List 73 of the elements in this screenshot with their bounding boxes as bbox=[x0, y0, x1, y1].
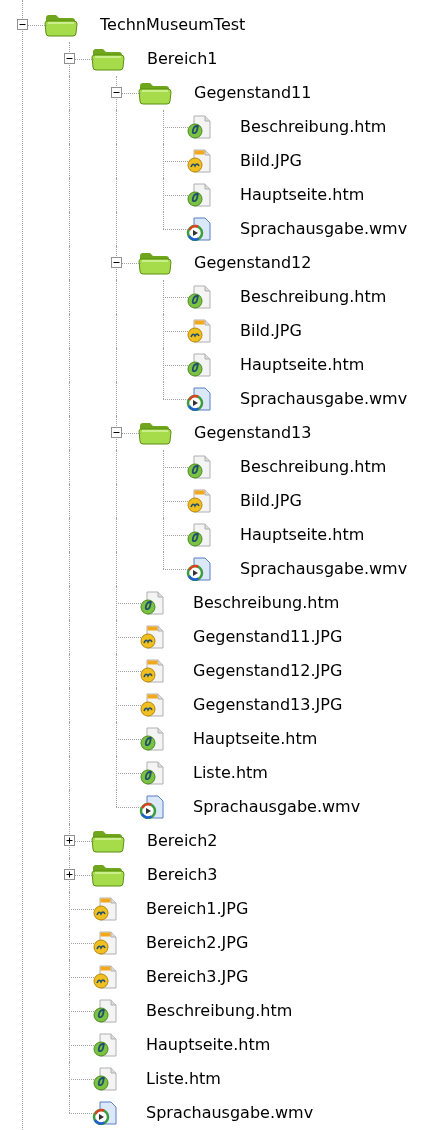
folder-name[interactable]: Bereich2 bbox=[147, 829, 218, 853]
file-name[interactable]: Beschreibung.htm bbox=[240, 285, 387, 309]
file-name[interactable]: Bild.JPG bbox=[240, 489, 302, 513]
document-icon bbox=[92, 1067, 118, 1091]
image-file-icon bbox=[186, 149, 212, 173]
media-file-icon bbox=[186, 217, 212, 241]
folder-name[interactable]: Gegenstand13 bbox=[194, 421, 312, 445]
file-name[interactable]: Sprachausgabe.wmv bbox=[193, 795, 361, 819]
folder-icon bbox=[44, 13, 78, 37]
media-file-icon bbox=[186, 557, 212, 581]
file-name[interactable]: Hauptseite.htm bbox=[193, 727, 318, 751]
file-name[interactable]: Gegenstand13.JPG bbox=[193, 693, 343, 717]
file-name[interactable]: Bild.JPG bbox=[240, 319, 302, 343]
collapse-icon[interactable] bbox=[17, 19, 28, 30]
folder-name[interactable]: Bereich3 bbox=[147, 863, 218, 887]
folder-icon bbox=[138, 421, 172, 445]
file-name[interactable]: Sprachausgabe.wmv bbox=[240, 557, 408, 581]
document-icon bbox=[139, 761, 165, 785]
document-icon bbox=[139, 591, 165, 615]
image-file-icon bbox=[186, 319, 212, 343]
file-name[interactable]: Gegenstand11.JPG bbox=[193, 625, 343, 649]
image-file-icon bbox=[139, 625, 165, 649]
document-icon bbox=[186, 353, 212, 377]
image-file-icon bbox=[92, 931, 118, 955]
folder-icon bbox=[138, 81, 172, 105]
media-file-icon bbox=[186, 387, 212, 411]
file-name[interactable]: Beschreibung.htm bbox=[146, 999, 293, 1023]
image-file-icon bbox=[139, 659, 165, 683]
file-name[interactable]: Hauptseite.htm bbox=[240, 183, 365, 207]
folder-name[interactable]: TechnMuseumTest bbox=[100, 13, 246, 37]
document-icon bbox=[186, 523, 212, 547]
document-icon bbox=[186, 455, 212, 479]
image-file-icon bbox=[139, 693, 165, 717]
file-name[interactable]: Sprachausgabe.wmv bbox=[146, 1101, 314, 1125]
file-name[interactable]: Bereich1.JPG bbox=[146, 897, 249, 921]
document-icon bbox=[186, 115, 212, 139]
collapse-icon[interactable] bbox=[111, 87, 122, 98]
expand-icon[interactable] bbox=[64, 835, 75, 846]
folder-icon bbox=[91, 829, 125, 853]
file-name[interactable]: Beschreibung.htm bbox=[240, 115, 387, 139]
file-name[interactable]: Liste.htm bbox=[193, 761, 268, 785]
file-name[interactable]: Sprachausgabe.wmv bbox=[240, 387, 408, 411]
folder-icon bbox=[91, 47, 125, 71]
file-name[interactable]: Bild.JPG bbox=[240, 149, 302, 173]
document-icon bbox=[92, 999, 118, 1023]
file-name[interactable]: Sprachausgabe.wmv bbox=[240, 217, 408, 241]
file-name[interactable]: Gegenstand12.JPG bbox=[193, 659, 343, 683]
folder-icon bbox=[138, 251, 172, 275]
image-file-icon bbox=[92, 965, 118, 989]
file-name[interactable]: Hauptseite.htm bbox=[146, 1033, 271, 1057]
folder-name[interactable]: Bereich1 bbox=[147, 47, 218, 71]
media-file-icon bbox=[92, 1101, 118, 1125]
file-name[interactable]: Bereich3.JPG bbox=[146, 965, 249, 989]
file-name[interactable]: Hauptseite.htm bbox=[240, 523, 365, 547]
file-name[interactable]: Hauptseite.htm bbox=[240, 353, 365, 377]
expand-icon[interactable] bbox=[64, 869, 75, 880]
file-name[interactable]: Liste.htm bbox=[146, 1067, 221, 1091]
image-file-icon bbox=[92, 897, 118, 921]
document-icon bbox=[139, 727, 165, 751]
image-file-icon bbox=[186, 489, 212, 513]
file-name[interactable]: Beschreibung.htm bbox=[240, 455, 387, 479]
collapse-icon[interactable] bbox=[111, 257, 122, 268]
file-name[interactable]: Bereich2.JPG bbox=[146, 931, 249, 955]
document-icon bbox=[186, 183, 212, 207]
folder-name[interactable]: Gegenstand12 bbox=[194, 251, 312, 275]
document-icon bbox=[186, 285, 212, 309]
folder-name[interactable]: Gegenstand11 bbox=[194, 81, 312, 105]
media-file-icon bbox=[139, 795, 165, 819]
file-name[interactable]: Beschreibung.htm bbox=[193, 591, 340, 615]
folder-icon bbox=[91, 863, 125, 887]
document-icon bbox=[92, 1033, 118, 1057]
collapse-icon[interactable] bbox=[64, 53, 75, 64]
collapse-icon[interactable] bbox=[111, 427, 122, 438]
